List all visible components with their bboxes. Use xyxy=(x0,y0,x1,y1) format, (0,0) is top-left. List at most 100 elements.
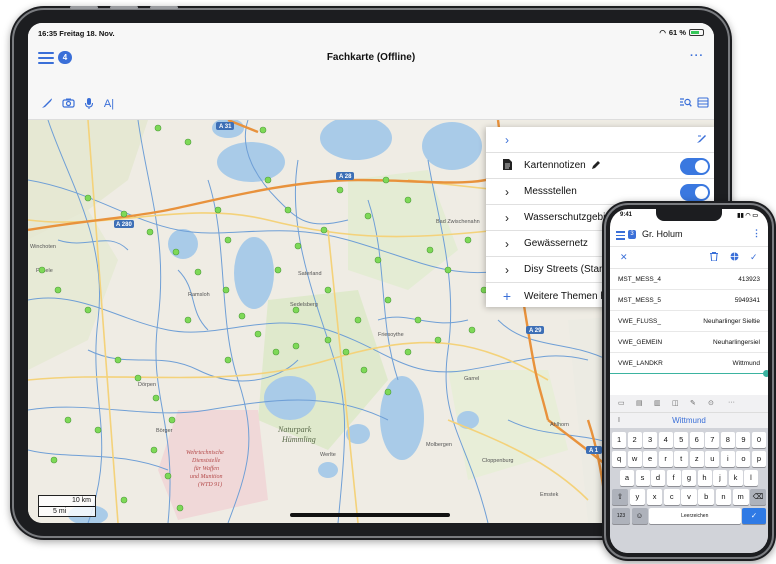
key-8[interactable]: 8 xyxy=(720,432,735,448)
pen-icon[interactable]: ✎ xyxy=(690,399,696,407)
key-3[interactable]: 3 xyxy=(643,432,658,448)
clipboard-icon[interactable]: ▥ xyxy=(654,399,661,407)
key-k[interactable]: k xyxy=(728,470,743,486)
key-0[interactable]: 0 xyxy=(751,432,766,448)
note-icon[interactable]: ▤ xyxy=(636,399,643,407)
key-w[interactable]: w xyxy=(627,451,642,467)
measuring-point-marker[interactable] xyxy=(320,226,328,234)
measuring-point-marker[interactable] xyxy=(64,416,72,424)
measuring-point-marker[interactable] xyxy=(184,316,192,324)
backspace-icon[interactable]: ⌫ xyxy=(750,489,767,505)
measuring-point-marker[interactable] xyxy=(50,456,58,464)
measuring-point-marker[interactable] xyxy=(214,206,222,214)
key-1[interactable]: 1 xyxy=(612,432,627,448)
shift-icon[interactable]: ⇧ xyxy=(612,489,628,505)
search-list-icon[interactable] xyxy=(678,97,692,111)
attribute-value[interactable]: 413923 xyxy=(738,276,760,283)
key-b[interactable]: b xyxy=(698,489,715,505)
key-e[interactable]: e xyxy=(643,451,658,467)
measuring-point-marker[interactable] xyxy=(176,504,184,512)
measuring-point-marker[interactable] xyxy=(120,496,128,504)
space-key[interactable]: Leerzeichen xyxy=(649,508,741,524)
key-i[interactable]: i xyxy=(720,451,735,467)
measuring-point-marker[interactable] xyxy=(274,266,282,274)
measuring-point-marker[interactable] xyxy=(264,176,272,184)
layer-row-kartennotizen[interactable]: Kartennotizen xyxy=(486,153,714,179)
measuring-point-marker[interactable] xyxy=(292,306,300,314)
measuring-point-marker[interactable] xyxy=(114,356,122,364)
measuring-point-marker[interactable] xyxy=(194,268,202,276)
key-f[interactable]: f xyxy=(666,470,681,486)
key-y[interactable]: y xyxy=(629,489,646,505)
measuring-point-marker[interactable] xyxy=(342,348,350,356)
measuring-point-marker[interactable] xyxy=(272,348,280,356)
measuring-point-marker[interactable] xyxy=(284,206,292,214)
measuring-point-marker[interactable] xyxy=(434,336,442,344)
measuring-point-marker[interactable] xyxy=(259,126,267,134)
key-r[interactable]: r xyxy=(658,451,673,467)
measuring-point-marker[interactable] xyxy=(172,248,180,256)
more-vertical-icon[interactable]: ⋮ xyxy=(752,228,761,239)
key-p[interactable]: p xyxy=(751,451,766,467)
key-u[interactable]: u xyxy=(705,451,720,467)
globe-icon[interactable] xyxy=(730,252,739,263)
measuring-point-marker[interactable] xyxy=(152,394,160,402)
layer-panel-back-row[interactable]: › xyxy=(486,127,714,153)
measuring-point-marker[interactable] xyxy=(224,356,232,364)
measuring-point-marker[interactable] xyxy=(324,336,332,344)
return-key[interactable]: ✓ xyxy=(742,508,766,524)
measuring-point-marker[interactable] xyxy=(384,388,392,396)
measuring-point-marker[interactable] xyxy=(364,212,372,220)
measuring-point-marker[interactable] xyxy=(404,196,412,204)
measuring-point-marker[interactable] xyxy=(360,366,368,374)
attribute-value[interactable]: 5949341 xyxy=(735,297,760,304)
key-9[interactable]: 9 xyxy=(736,432,751,448)
measuring-point-marker[interactable] xyxy=(84,306,92,314)
measuring-point-marker[interactable] xyxy=(54,286,62,294)
numbers-key[interactable]: 123 xyxy=(612,508,630,524)
measuring-point-marker[interactable] xyxy=(84,194,92,202)
measuring-point-marker[interactable] xyxy=(336,186,344,194)
key-m[interactable]: m xyxy=(732,489,749,505)
camera-icon[interactable] xyxy=(61,97,75,111)
measuring-point-marker[interactable] xyxy=(150,446,158,454)
attribute-row-active[interactable]: VWE_LANDKR Wittmund xyxy=(610,353,768,377)
key-o[interactable]: o xyxy=(736,451,751,467)
image-icon[interactable]: ▭ xyxy=(618,399,625,407)
key-l[interactable]: l xyxy=(744,470,758,486)
measuring-point-marker[interactable] xyxy=(294,242,302,250)
autocomplete-suggestion[interactable]: Wittmund xyxy=(610,416,768,425)
measuring-point-marker[interactable] xyxy=(426,246,434,254)
measuring-point-marker[interactable] xyxy=(154,124,162,132)
measuring-point-marker[interactable] xyxy=(468,326,476,334)
measuring-point-marker[interactable] xyxy=(404,348,412,356)
ruler-icon[interactable]: ◫ xyxy=(672,399,679,407)
measuring-point-marker[interactable] xyxy=(382,176,390,184)
measuring-point-marker[interactable] xyxy=(444,266,452,274)
chevron-right-icon[interactable]: › xyxy=(496,133,518,147)
key-q[interactable]: q xyxy=(612,451,627,467)
key-v[interactable]: v xyxy=(681,489,697,505)
measuring-point-marker[interactable] xyxy=(292,342,300,350)
measuring-point-marker[interactable] xyxy=(94,426,102,434)
measuring-point-marker[interactable] xyxy=(120,210,128,218)
key-6[interactable]: 6 xyxy=(689,432,704,448)
key-z[interactable]: z xyxy=(689,451,704,467)
plus-icon[interactable]: + xyxy=(496,288,518,304)
key-5[interactable]: 5 xyxy=(674,432,689,448)
edit-pen-icon[interactable] xyxy=(696,132,708,147)
key-g[interactable]: g xyxy=(682,470,696,486)
text-cursor-handle[interactable] xyxy=(763,370,768,377)
measuring-point-marker[interactable] xyxy=(38,266,46,274)
layer-toggle[interactable] xyxy=(680,184,710,201)
menu-icon[interactable] xyxy=(616,231,625,242)
measuring-point-marker[interactable] xyxy=(134,374,142,382)
attribute-value[interactable]: Neuharlinger Sieltie xyxy=(703,318,760,325)
key-a[interactable]: a xyxy=(620,470,634,486)
attribute-value-input[interactable]: Wittmund xyxy=(733,360,760,367)
measuring-point-marker[interactable] xyxy=(222,286,230,294)
measuring-point-marker[interactable] xyxy=(414,316,422,324)
key-c[interactable]: c xyxy=(663,489,680,505)
compass-icon[interactable]: ⊙ xyxy=(708,399,714,407)
attribute-row[interactable]: MST_MESS_5 5949341 xyxy=(610,290,768,311)
